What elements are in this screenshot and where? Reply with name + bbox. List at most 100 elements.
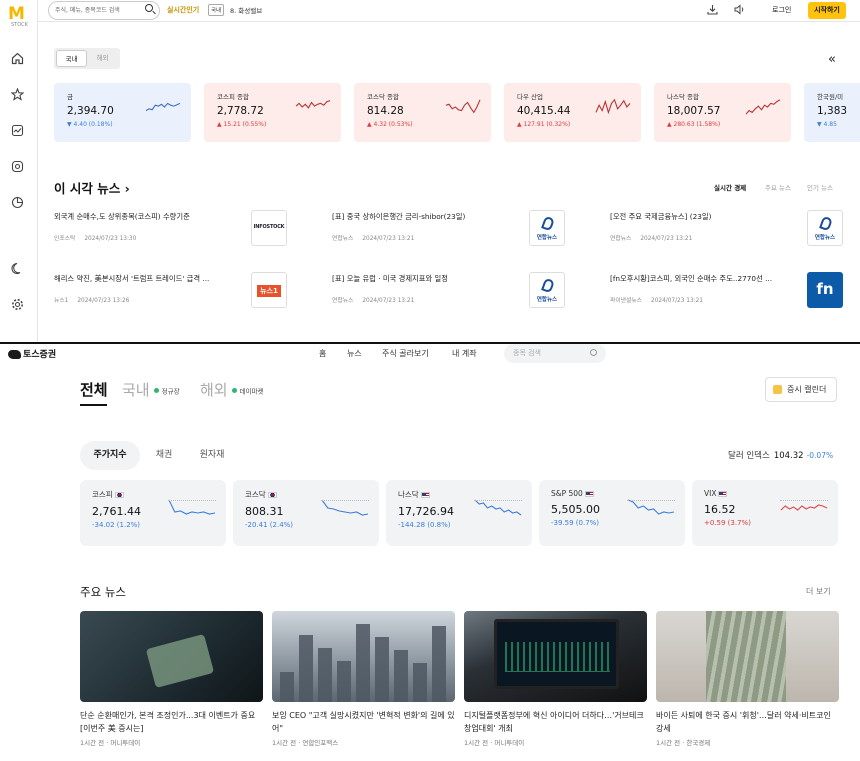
- login-link[interactable]: 로그인: [772, 5, 791, 15]
- index-card[interactable]: 금 2,394.70 ▼ 4.40 (0.18%): [54, 83, 191, 142]
- news-meta: 1시간 전 · 연합인포맥스: [272, 739, 339, 747]
- news-thumbnail[interactable]: INFOSTOCK: [251, 210, 287, 246]
- news-image[interactable]: [464, 611, 647, 702]
- tab-domestic[interactable]: 국내 정규장: [122, 379, 180, 400]
- korea-flag-icon: [114, 492, 124, 498]
- thumbnail-text: 연합뉴스: [536, 235, 558, 241]
- pie-icon[interactable]: [10, 196, 24, 210]
- baseline-dotted: [474, 500, 522, 501]
- tab-all[interactable]: 전체: [80, 379, 108, 400]
- top-app: M STOCK 주식, 메뉴, 종목코드 검색 실시간인기 국내 8. 화성밸브…: [0, 0, 860, 342]
- more-link[interactable]: 더 보기: [806, 586, 831, 597]
- index-card[interactable]: 코스닥 종합 814.28 ▲ 4.32 (0.53%): [354, 83, 491, 142]
- news-title: [오전 주요 국제금융뉴스] (23일): [610, 212, 712, 221]
- app-logo[interactable]: M STOCK: [8, 6, 28, 29]
- news-thumbnail[interactable]: 연합뉴스: [807, 210, 843, 246]
- news-tab-realtime[interactable]: 실시간 경제: [714, 182, 746, 192]
- thumbnail-text: 연합뉴스: [536, 297, 558, 303]
- dark-mode-icon[interactable]: [10, 262, 24, 276]
- news-thumbnail[interactable]: 연합뉴스: [529, 210, 565, 246]
- us-flag-icon: [718, 491, 728, 497]
- news-source: 인포스탁: [54, 236, 76, 242]
- news-card[interactable]: 보잉 CEO "고객 실망시켰지만 '변혁적 변화'의 길에 있어" 1시간 전 …: [272, 611, 455, 747]
- tab-overseas-label: 해외: [200, 381, 228, 399]
- index-change: ▲ 4.32 (0.53%): [367, 121, 413, 128]
- index-name-text: 나스닥: [398, 490, 419, 499]
- news-time: 2024/07/23 13:21: [651, 298, 703, 304]
- news-tab-popular[interactable]: 인기 뉴스: [807, 182, 833, 192]
- filter-index[interactable]: 주가지수: [80, 441, 140, 470]
- news-title: [표] 중국 상하이은행간 금리-shibor(23일): [332, 212, 466, 221]
- korea-flag-icon: [267, 492, 277, 498]
- calendar-button[interactable]: 증시 캘린더: [765, 377, 837, 402]
- tab-domestic-label: 국내: [122, 381, 150, 399]
- speaker-icon[interactable]: [734, 4, 746, 16]
- tab-overseas[interactable]: 해외: [87, 50, 118, 67]
- dxy-change: -0.07%: [806, 451, 834, 460]
- nav-account[interactable]: 내 계좌: [452, 348, 477, 359]
- download-icon[interactable]: [706, 4, 718, 16]
- realtime-item[interactable]: 8. 화성밸브: [230, 5, 262, 15]
- news-thumbnail[interactable]: fn: [807, 272, 843, 308]
- building-graphic: [394, 650, 408, 702]
- news-image[interactable]: [656, 611, 839, 702]
- index-card[interactable]: 코스닥 808.31 -20.41 (2.4%): [233, 480, 379, 546]
- chart-icon[interactable]: [10, 124, 24, 138]
- index-name-text: S&P 500: [551, 489, 583, 498]
- index-card[interactable]: VIX 16.52 +0.59 (3.7%): [692, 480, 838, 546]
- thumbnail-text: INFOSTOCK: [253, 224, 285, 230]
- stock-search-input[interactable]: 종목 검색: [504, 344, 606, 363]
- index-card[interactable]: 나스닥 17,726.94 -144.28 (0.8%): [386, 480, 532, 546]
- gear-icon[interactable]: [10, 298, 24, 312]
- index-change: ▲ 127.91 (0.32%): [517, 121, 571, 128]
- money-graphic: [145, 633, 215, 689]
- index-card[interactable]: 코스피 종합 2,778.72 ▲ 15.21 (0.55%): [204, 83, 341, 142]
- toss-logo[interactable]: 토스증권: [8, 347, 56, 360]
- index-card[interactable]: S&P 500 5,505.00 -39.59 (0.7%): [539, 480, 685, 546]
- collapse-icon[interactable]: «: [828, 52, 836, 67]
- news-card[interactable]: 바이든 사퇴에 한국 증시 '휘청'…달러 약세·비트코인 강세 1시간 전 · …: [656, 611, 839, 747]
- news-card[interactable]: 단순 순환매인가, 본격 조정인가...3대 이벤트가 중요[이번주 美 증시는…: [80, 611, 263, 747]
- filter-commodity[interactable]: 원자재: [192, 441, 232, 470]
- index-change: ▲ 15.21 (0.55%): [217, 121, 267, 128]
- news-image[interactable]: [272, 611, 455, 702]
- dollar-index[interactable]: 달러 인덱스 104.32 -0.07%: [728, 449, 833, 461]
- search-icon[interactable]: [590, 349, 597, 356]
- index-change: ▼ 4.40 (0.18%): [67, 121, 113, 128]
- nav-home[interactable]: 홈: [319, 348, 326, 359]
- stock-search-placeholder: 종목 검색: [513, 349, 541, 357]
- news-time: 2024/07/23 13:21: [640, 236, 693, 242]
- index-card[interactable]: 나스닥 종합 18,007.57 ▲ 280.63 (1.58%): [654, 83, 791, 142]
- news-tab-main[interactable]: 주요 뉴스: [765, 182, 791, 192]
- news-image[interactable]: [80, 611, 263, 702]
- news-card[interactable]: 디지털플랫폼정부에 혁신 아이디어 더하다…'거브테크 창업대회' 개최 1시간 …: [464, 611, 647, 747]
- index-name-text: 코스닥: [245, 490, 266, 499]
- index-name-text: VIX: [704, 489, 717, 498]
- news-title: 단순 순환매인가, 본격 조정인가...3대 이벤트가 중요[이번주 美 증시는…: [80, 711, 256, 733]
- search-input[interactable]: 주식, 메뉴, 종목코드 검색: [48, 1, 160, 20]
- tab-domestic[interactable]: 국내: [56, 50, 87, 67]
- news-time: 2024/07/23 13:21: [362, 236, 415, 242]
- index-change: ▲ 280.63 (1.58%): [667, 121, 721, 128]
- calendar-icon: [773, 385, 782, 394]
- index-name: 한국원/미: [817, 93, 844, 101]
- start-button[interactable]: 시작하기: [808, 2, 846, 19]
- sparkline: [595, 98, 631, 115]
- coin-icon[interactable]: [10, 160, 24, 174]
- nav-screener[interactable]: 주식 골라보기: [382, 348, 429, 359]
- chevron-right-icon: ›: [124, 181, 130, 196]
- home-icon[interactable]: [10, 52, 24, 66]
- index-change: ▼ 4.85: [817, 121, 837, 128]
- news-thumbnail[interactable]: 뉴스1: [251, 272, 287, 308]
- index-card[interactable]: 코스피 2,761.44 -34.02 (1.2%): [80, 480, 226, 546]
- nav-news[interactable]: 뉴스: [347, 348, 362, 359]
- filter-bond[interactable]: 채권: [148, 441, 180, 470]
- news-header[interactable]: 이 시각 뉴스 ›: [54, 178, 130, 197]
- news-meta: 1시간 전 · 머니투데이: [464, 739, 525, 747]
- news-thumbnail[interactable]: 연합뉴스: [529, 272, 565, 308]
- search-icon[interactable]: [145, 4, 153, 12]
- tab-overseas[interactable]: 해외 데이마켓: [200, 379, 264, 400]
- index-card[interactable]: 다우 산업 40,415.44 ▲ 127.91 (0.32%): [504, 83, 641, 142]
- star-icon[interactable]: [10, 87, 24, 102]
- index-card[interactable]: 한국원/미 1,383 ▼ 4.85: [804, 83, 860, 142]
